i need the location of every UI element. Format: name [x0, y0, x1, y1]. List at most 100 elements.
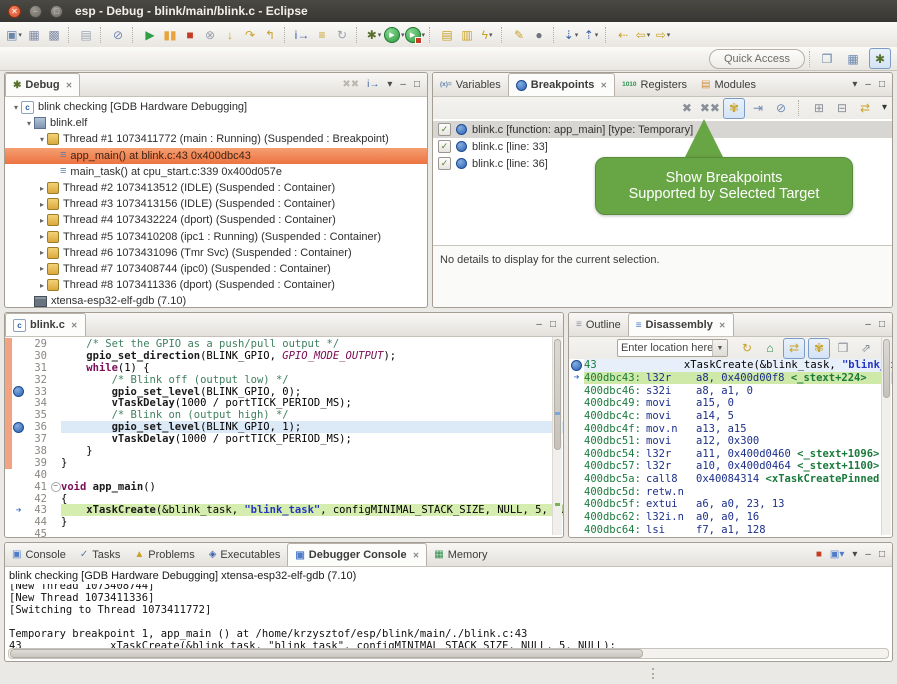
show-cores-icon[interactable]: ≡ [312, 25, 332, 44]
disassembly-content[interactable]: 43 xTaskCreate(&blink_task, "blink_tas➔4… [569, 359, 892, 538]
tab-memory[interactable]: ▦Memory [427, 543, 494, 566]
maximize-view-icon[interactable]: □ [550, 320, 556, 330]
goto-file-for-breakpoint-icon[interactable]: ⇥ [748, 99, 768, 118]
pencil-icon[interactable]: ✎ [509, 25, 529, 44]
tab-problems[interactable]: ▲Problems [127, 543, 201, 566]
expand-all-icon[interactable]: ⊞ [809, 99, 829, 118]
tab-debug[interactable]: ✱Debug✕ [5, 73, 80, 96]
view-menu-icon[interactable]: ▾ [387, 80, 392, 90]
expander-closed-icon[interactable]: ▸ [37, 281, 47, 290]
resume-icon[interactable]: ▶ [140, 25, 160, 44]
cpp-perspective-icon[interactable]: ▦ [843, 49, 863, 68]
tab-disassembly[interactable]: ≡Disassembly✕ [628, 313, 734, 336]
debug-tree-row[interactable]: ▸Thread #3 1073413156 (IDLE) (Suspended … [5, 196, 427, 212]
debug-perspective-icon[interactable]: ✱ [869, 48, 891, 69]
combo-dropdown-icon[interactable]: ▼ [712, 340, 727, 356]
search-icon[interactable]: ● [529, 25, 549, 44]
minimize-view-icon[interactable]: ‒ [865, 550, 871, 560]
breakpoint-gutter[interactable] [12, 422, 25, 433]
link-debug-context-icon[interactable]: ⇄ [783, 338, 805, 359]
restart-icon[interactable]: ↻ [332, 25, 352, 44]
debug-tree-row[interactable]: ▸Thread #8 1073411336 (dport) (Suspended… [5, 277, 427, 293]
minimize-view-icon[interactable]: ‒ [400, 80, 406, 90]
breakpoint-gutter[interactable] [12, 386, 25, 397]
breakpoint-row[interactable]: ✓blink.c [line: 33] [433, 138, 892, 155]
window-close-button[interactable]: ✕ [8, 5, 21, 18]
tab-debugger-console[interactable]: ▣Debugger Console✕ [287, 543, 427, 566]
tab-executables[interactable]: ◈Executables [202, 543, 288, 566]
maximize-view-icon[interactable]: □ [879, 320, 885, 330]
tab-tasks[interactable]: ✓Tasks [73, 543, 128, 566]
open-folder-icon[interactable]: ▥ [457, 25, 477, 44]
track-current-instruction-icon[interactable]: ✾ [808, 338, 830, 359]
open-project-icon[interactable]: ▤ [437, 25, 457, 44]
disassembly-scrollbar[interactable] [881, 337, 891, 535]
display-selected-console-icon[interactable]: ▣▾ [830, 550, 844, 560]
expander-open-icon[interactable]: ▾ [24, 119, 34, 128]
breakpoint-row[interactable]: ✓blink.c [function: app_main] [type: Tem… [433, 121, 892, 138]
window-maximize-button[interactable]: ▢ [50, 5, 63, 18]
step-return-icon[interactable]: ↰ [260, 25, 280, 44]
step-over-icon[interactable]: ↷ [240, 25, 260, 44]
expander-closed-icon[interactable]: ▸ [37, 264, 47, 273]
debug-tree-row[interactable]: ▸Thread #6 1073431096 (Tmr Svc) (Suspend… [5, 245, 427, 261]
last-edit-location-icon[interactable]: ⇠ [613, 25, 633, 44]
tab-modules[interactable]: ▤Modules [694, 73, 763, 96]
tab-console[interactable]: ▣Console [5, 543, 73, 566]
open-perspective-icon[interactable]: ❒ [817, 49, 837, 68]
location-input[interactable]: Enter location here [618, 342, 712, 354]
show-supported-breakpoints-icon[interactable]: ✾ [723, 98, 745, 119]
minimize-view-icon[interactable]: ‒ [865, 80, 871, 90]
expander-closed-icon[interactable]: ▸ [37, 232, 47, 241]
debug-tree-row[interactable]: ≡app_main() at blink.c:43 0x400dbc43 [5, 148, 427, 164]
step-into-icon[interactable]: ↓ [220, 25, 240, 44]
tab-registers[interactable]: 1010Registers [615, 73, 694, 96]
terminate-console-icon[interactable]: ■ [816, 550, 822, 560]
minimize-view-icon[interactable]: ‒ [536, 320, 542, 330]
view-menu-icon[interactable]: ▾ [852, 80, 857, 90]
debug-tree-row[interactable]: ▸Thread #4 1073432224 (dport) (Suspended… [5, 212, 427, 228]
tab-breakpoints[interactable]: Breakpoints✕ [508, 73, 615, 96]
console-content[interactable]: blink checking [GDB Hardware Debugging] … [5, 567, 892, 652]
new-wizard-icon[interactable]: ▣▾ [4, 25, 24, 44]
previous-annotation-icon[interactable]: ⇡▾ [581, 25, 601, 44]
disconnect-icon[interactable]: ⊗ [200, 25, 220, 44]
remove-all-terminated-icon[interactable]: ✖✖ [342, 80, 359, 90]
window-minimize-button[interactable]: – [29, 5, 42, 18]
link-with-debug-view-icon[interactable]: ⇄ [855, 99, 875, 118]
minimize-view-icon[interactable]: ‒ [865, 320, 871, 330]
refresh-view-icon[interactable]: ↻ [737, 339, 757, 358]
instruction-stepping-toggle-icon[interactable]: i→ [367, 80, 379, 90]
console-hscrollbar[interactable] [8, 648, 889, 659]
editor-content[interactable]: 29 /* Set the GPIO as a push/pull output… [5, 337, 563, 538]
view-menu-icon[interactable]: ▾ [852, 550, 857, 560]
back-icon[interactable]: ⇦▾ [633, 25, 653, 44]
location-combo[interactable]: Enter location here ▼ [617, 339, 728, 357]
close-tab-icon[interactable]: ✕ [71, 321, 78, 330]
breakpoint-checkbox[interactable]: ✓ [438, 140, 451, 153]
remove-breakpoint-icon[interactable]: ✖ [677, 99, 697, 118]
maximize-view-icon[interactable]: □ [879, 550, 885, 560]
skip-all-breakpoints-icon[interactable]: ⊘ [108, 25, 128, 44]
terminate-icon[interactable]: ■ [180, 25, 200, 44]
debug-tree-row[interactable]: ▾cblink checking [GDB Hardware Debugging… [5, 99, 427, 115]
debug-launch-icon[interactable]: ✱▾ [364, 25, 384, 44]
tab-outline[interactable]: ≡Outline [569, 313, 628, 336]
debug-tree-row[interactable]: ▸Thread #2 1073413512 (IDLE) (Suspended … [5, 180, 427, 196]
maximize-view-icon[interactable]: □ [879, 80, 885, 90]
instruction-stepping-icon[interactable]: i→ [292, 25, 312, 44]
editor-scrollbar[interactable] [552, 337, 562, 535]
debug-tree-row[interactable]: ▾blink.elf [5, 115, 427, 131]
maximize-view-icon[interactable]: □ [414, 80, 420, 90]
home-icon[interactable]: ⌂ [760, 339, 780, 358]
debug-tree-row[interactable]: ▸Thread #5 1073410208 (ipc1 : Running) (… [5, 229, 427, 245]
close-tab-icon[interactable]: ✕ [413, 551, 420, 560]
fold-gutter[interactable]: − [50, 482, 61, 492]
debug-tree-row[interactable]: ▸Thread #7 1073408744 (ipc0) (Suspended … [5, 261, 427, 277]
debug-tree-row[interactable]: xtensa-esp32-elf-gdb (7.10) [5, 293, 427, 308]
breakpoint-checkbox[interactable]: ✓ [438, 123, 451, 136]
expander-closed-icon[interactable]: ▸ [37, 200, 47, 209]
external-tools-icon[interactable]: ▶▾ [405, 25, 426, 44]
close-tab-icon[interactable]: ✕ [600, 81, 607, 90]
binary-icon[interactable]: ▤ [76, 25, 96, 44]
